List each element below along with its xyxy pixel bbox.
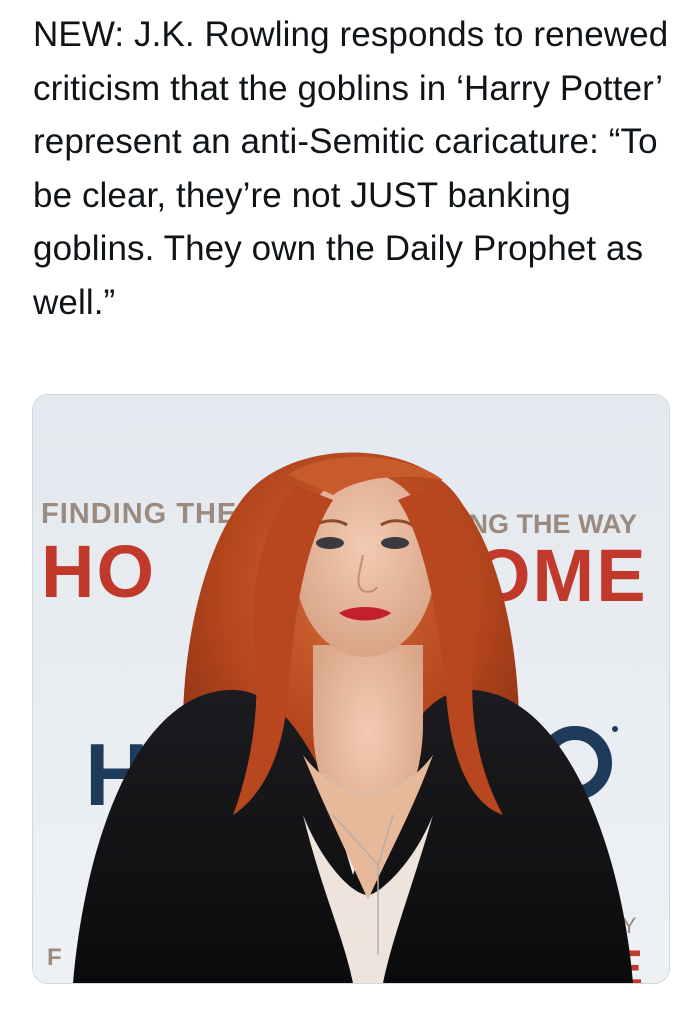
backdrop-text-left-bottom: F [47, 944, 62, 971]
photo-portrait: FINDING THE HO ING THE WAY OME H E WAY M… [33, 395, 669, 983]
tweet-media-image[interactable]: FINDING THE HO ING THE WAY OME H E WAY M… [32, 394, 670, 984]
tweet-text: NEW: J.K. Rowling responds to renewed cr… [33, 15, 669, 322]
backdrop-text-left-top: FINDING THE [41, 498, 237, 530]
backdrop-text-left-big: HO [41, 530, 156, 613]
